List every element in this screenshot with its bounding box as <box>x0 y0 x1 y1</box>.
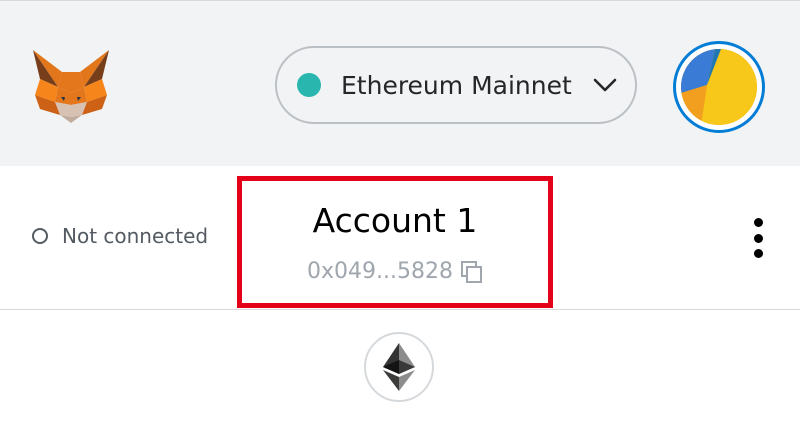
status-ring-icon <box>32 228 48 244</box>
app-header: Ethereum Mainnet <box>0 0 800 166</box>
connection-status[interactable]: Not connected <box>32 224 208 248</box>
kebab-dot <box>753 218 763 227</box>
ethereum-icon <box>383 343 415 391</box>
account-address-copy[interactable]: 0x049...5828 <box>242 259 548 284</box>
jazzicon-avatar <box>681 49 757 125</box>
copy-icon[interactable] <box>459 260 483 284</box>
network-label: Ethereum Mainnet <box>341 70 572 100</box>
account-avatar-button[interactable] <box>673 41 765 133</box>
network-status-dot <box>297 73 321 97</box>
chevron-down-icon <box>593 78 617 92</box>
ethereum-token-badge <box>364 332 434 402</box>
account-address: 0x049...5828 <box>307 259 453 284</box>
account-name: Account 1 <box>312 201 478 240</box>
metamask-fox-icon[interactable] <box>30 47 112 125</box>
account-details[interactable]: Account 1 0x049...5828 <box>237 176 553 308</box>
connection-status-label: Not connected <box>62 224 209 248</box>
kebab-menu-icon[interactable] <box>748 218 768 258</box>
network-selector[interactable]: Ethereum Mainnet <box>275 46 637 124</box>
kebab-dot <box>753 249 763 258</box>
kebab-dot <box>753 233 763 243</box>
